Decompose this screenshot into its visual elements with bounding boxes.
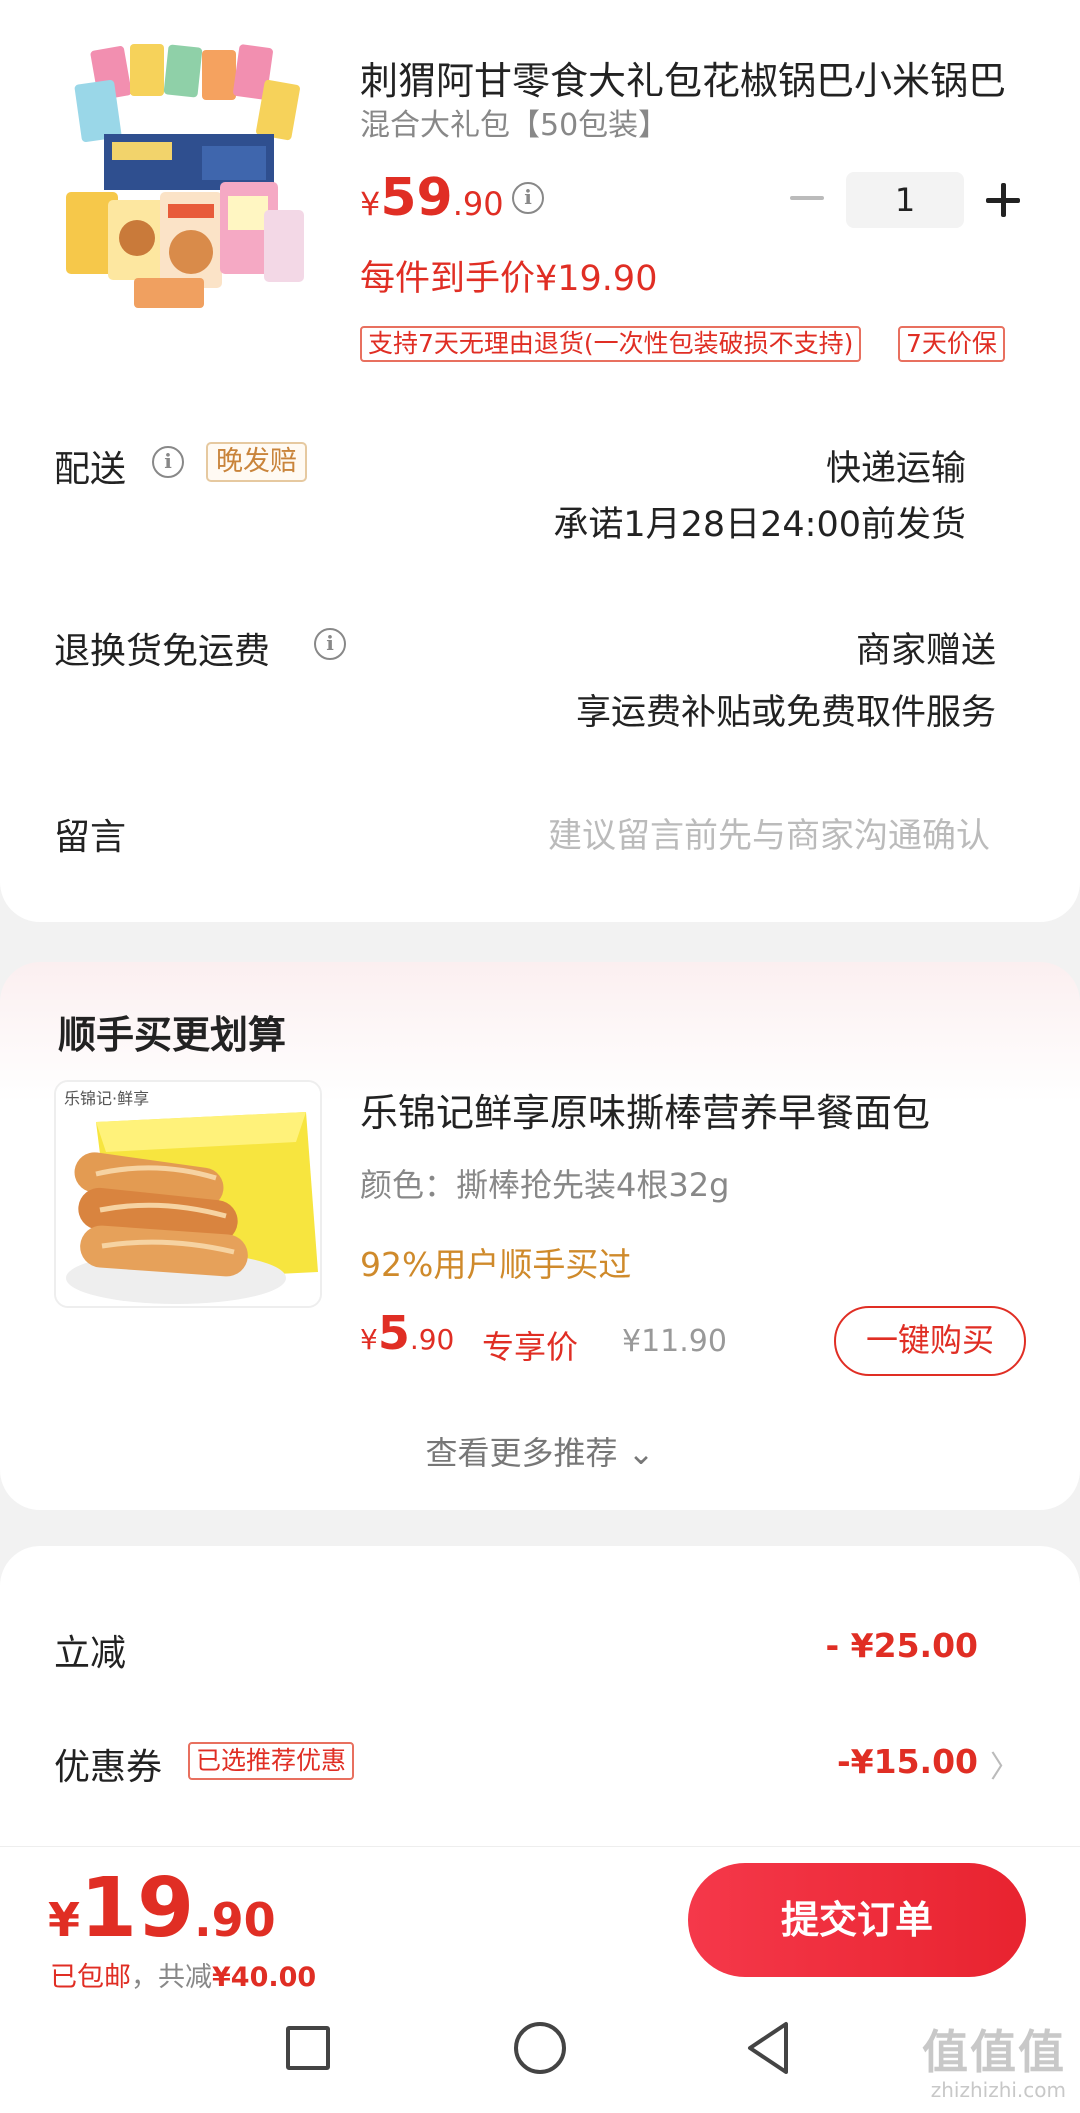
- recommendation-thumbnail[interactable]: 乐锦记·鲜享: [54, 1080, 322, 1308]
- quantity-decrease-button[interactable]: [790, 196, 824, 200]
- product-price: ¥59.90: [360, 168, 504, 228]
- order-item-card: 刺猬阿甘零食大礼包花椒锅巴小米锅巴 混合大礼包【50包装】 ¥59.90 i 1…: [0, 0, 1080, 922]
- order-total: ¥19.90: [48, 1861, 276, 1956]
- exclusive-price-label: 专享价: [482, 1328, 579, 1366]
- price-protect-tag: 7天价保: [898, 326, 1005, 362]
- price-info-icon[interactable]: i: [512, 182, 544, 214]
- instant-discount-value: - ¥25.00: [825, 1626, 978, 1665]
- return-shipping-gift: 商家赠送: [855, 631, 996, 671]
- product-thumbnail[interactable]: [64, 42, 310, 314]
- rec-price-currency: ¥: [360, 1323, 378, 1356]
- home-icon[interactable]: [514, 2022, 566, 2074]
- free-shipping-text: 已包邮: [50, 1962, 131, 1993]
- original-price: ¥11.90: [622, 1324, 727, 1359]
- recommendation-card: 顺手买更划算 乐锦记·鲜享 乐锦记鲜享原味撕棒营养早餐面包 颜色：撕棒抢先装4根…: [0, 962, 1080, 1510]
- rec-price-integer: 5: [377, 1306, 410, 1360]
- rec-price-decimal: .90: [409, 1323, 455, 1356]
- total-decimal: .90: [194, 1893, 276, 1947]
- recents-icon[interactable]: [286, 2026, 330, 2070]
- price-decimal: .90: [452, 185, 504, 223]
- recommendation-section-title: 顺手买更划算: [58, 1013, 287, 1057]
- per-item-final-price: 每件到手价¥19.90: [360, 259, 658, 299]
- site-watermark: 值值值 zhizhizhi.com: [922, 2016, 1066, 2102]
- return-policy-tag: 支持7天无理由退货(一次性包装破损不支持): [360, 326, 862, 362]
- total-note: 已包邮，共减¥40.00: [50, 1955, 316, 1994]
- system-navigation-bar: 值值值 zhizhizhi.com: [0, 1998, 1080, 2113]
- discount-card: 立减 - ¥25.00 优惠券 已选推荐优惠 -¥15.00 〉: [0, 1546, 1080, 1846]
- delivery-method: 快递运输: [825, 449, 966, 489]
- price-currency: ¥: [360, 185, 381, 223]
- watermark-url: zhizhizhi.com: [930, 2078, 1066, 2102]
- product-spec[interactable]: 混合大礼包【50包装】: [360, 100, 668, 144]
- thumb-brand-text: 乐锦记·鲜享: [64, 1089, 149, 1108]
- recommendation-price: ¥5.90: [360, 1306, 454, 1360]
- product-title[interactable]: 刺猬阿甘零食大礼包花椒锅巴小米锅巴: [360, 50, 1040, 105]
- submit-order-button[interactable]: 提交订单: [688, 1863, 1026, 1977]
- total-integer: 19: [80, 1861, 195, 1956]
- return-shipping-detail: 享运费补贴或免费取件服务: [575, 693, 996, 733]
- message-label: 留言: [54, 817, 127, 858]
- view-more-recommendations-link[interactable]: 查看更多推荐 ⌄: [0, 1428, 1080, 1474]
- chevron-right-icon[interactable]: 〉: [990, 1742, 1020, 1786]
- total-currency: ¥: [48, 1893, 81, 1947]
- recommendation-social-proof: 92%用户顺手买过: [360, 1245, 632, 1284]
- message-input[interactable]: 建议留言前先与商家沟通确认: [548, 808, 990, 857]
- return-shipping-label: 退换货免运费: [54, 631, 271, 672]
- late-delivery-compensation-badge: 晚发赔: [206, 442, 307, 482]
- saved-amount: ¥40.00: [212, 1962, 317, 1993]
- delivery-label: 配送: [54, 449, 127, 490]
- one-click-buy-button[interactable]: 一键购买: [834, 1306, 1026, 1376]
- back-icon[interactable]: [744, 2020, 792, 2076]
- coupon-value[interactable]: -¥15.00: [837, 1742, 978, 1781]
- quantity-increase-button[interactable]: [986, 183, 1020, 217]
- price-integer: 59: [380, 168, 453, 228]
- checkout-bar: ¥19.90 已包邮，共减¥40.00 提交订单: [0, 1846, 1080, 1998]
- coupon-label[interactable]: 优惠券: [54, 1738, 162, 1790]
- recommendation-title[interactable]: 乐锦记鲜享原味撕棒营养早餐面包: [360, 1082, 1000, 1137]
- coupon-recommended-tag: 已选推荐优惠: [188, 1742, 355, 1780]
- recommendation-spec[interactable]: 颜色：撕棒抢先装4根32g: [360, 1160, 729, 1206]
- delivery-promise: 承诺1月28日24:00前发货: [553, 505, 966, 545]
- quantity-input[interactable]: 1: [846, 172, 964, 228]
- return-shipping-info-icon[interactable]: i: [314, 628, 346, 660]
- delivery-info-icon[interactable]: i: [152, 446, 184, 478]
- watermark-logo: 值值值: [922, 2025, 1066, 2079]
- instant-discount-label: 立减: [54, 1633, 127, 1674]
- saved-prefix: ，共减: [131, 1962, 212, 1993]
